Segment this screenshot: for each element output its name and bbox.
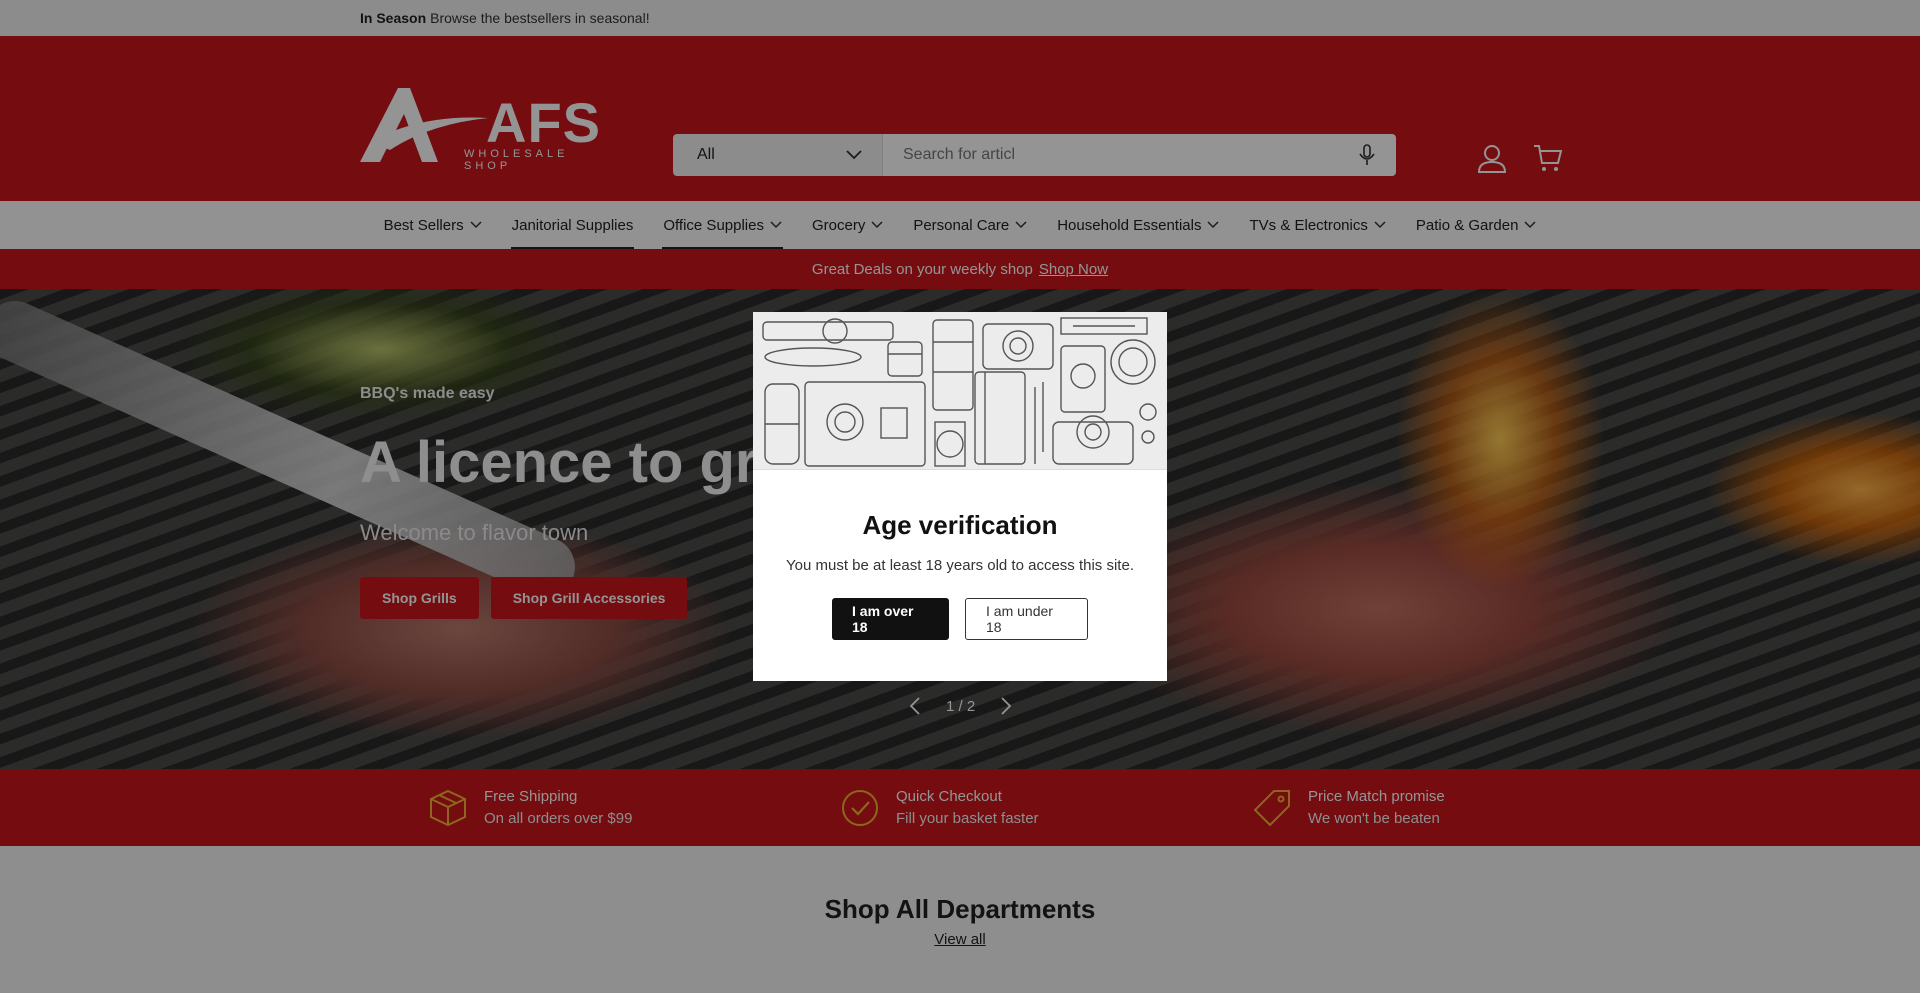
- modal-message: You must be at least 18 years old to acc…: [786, 557, 1134, 574]
- age-deny-button[interactable]: I am under 18: [965, 598, 1088, 640]
- gadgets-illustration-icon: [762, 317, 1157, 467]
- modal-actions: I am over 18 I am under 18: [753, 598, 1167, 640]
- modal-illustration: [753, 312, 1167, 470]
- age-verification-modal: Age verification You must be at least 18…: [753, 312, 1167, 681]
- age-confirm-button[interactable]: I am over 18: [832, 598, 949, 640]
- modal-title: Age verification: [862, 510, 1058, 540]
